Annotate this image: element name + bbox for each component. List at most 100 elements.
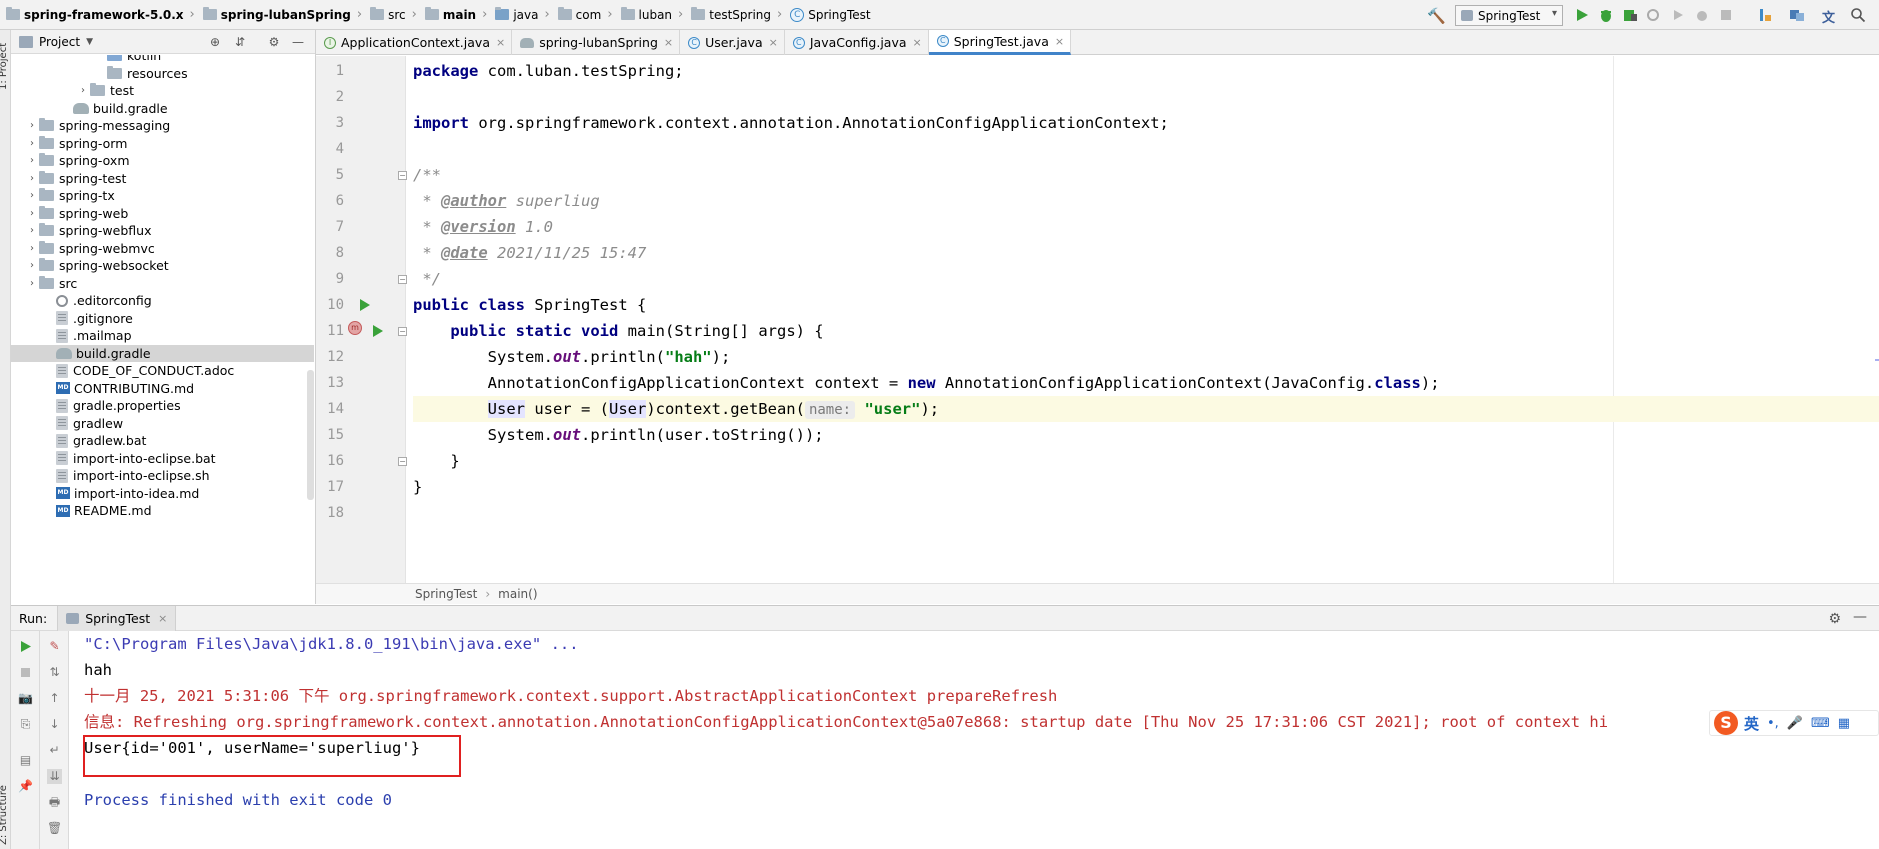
tree-item[interactable]: MD CONTRIBUTING.md [11, 380, 314, 398]
tree-item[interactable]: gradlew [11, 415, 314, 433]
translate-icon[interactable]: 文 [1822, 7, 1838, 26]
camera-icon[interactable]: 📷 [18, 691, 33, 706]
run-tab-springtest[interactable]: SpringTest × [57, 605, 177, 631]
close-icon[interactable]: × [496, 36, 505, 49]
keyboard-icon[interactable]: ⌨ [1811, 716, 1830, 731]
stop-icon[interactable] [18, 665, 33, 680]
tree-item[interactable]: kotlin [11, 55, 314, 65]
breadcrumb-item[interactable]: luban › [617, 0, 688, 30]
tree-item[interactable]: › spring-orm [11, 135, 314, 153]
project-view-selector[interactable]: Project [39, 35, 80, 49]
editor-tab[interactable]: C User.java × [680, 30, 785, 55]
edit-config-icon[interactable]: ✎ [47, 639, 62, 654]
chevron-right-icon[interactable]: › [25, 278, 39, 289]
breadcrumb-item[interactable]: com › [554, 0, 617, 30]
user-type-token[interactable]: User [487, 400, 525, 418]
breadcrumb-item[interactable]: main › [421, 0, 491, 30]
punctuation-toggle-icon[interactable]: •, [1767, 716, 1779, 731]
fold-toggle-icon[interactable]: − [398, 327, 407, 336]
search-everywhere-icon[interactable] [1850, 7, 1866, 23]
tree-item[interactable]: MD import-into-idea.md [11, 485, 314, 503]
arrow-up-icon[interactable]: ↑ [47, 691, 62, 706]
tree-item[interactable]: .gitignore [11, 310, 314, 328]
fold-toggle-icon[interactable]: − [398, 171, 407, 180]
run-class-gutter-icon[interactable] [360, 299, 370, 311]
trash-icon[interactable]: 🗑 [47, 821, 62, 836]
code-editor[interactable]: 1 2 3 4 5 6 7 8 9 10 11 12 13 14 15 16 17 18 m − − − − package… [316, 56, 1879, 583]
tree-item[interactable]: import-into-eclipse.sh [11, 467, 314, 485]
coverage-icon[interactable] [1622, 7, 1638, 23]
tree-item[interactable]: › spring-oxm [11, 152, 314, 170]
tree-item[interactable]: › spring-web [11, 205, 314, 223]
collapse-all-icon[interactable]: ⇵ [233, 35, 247, 49]
tree-item[interactable]: resources [11, 65, 314, 83]
toolbox-grid-icon[interactable]: ▦ [1838, 716, 1850, 731]
tree-item[interactable]: gradlew.bat [11, 432, 314, 450]
project-tree-scrollbar[interactable] [307, 370, 314, 500]
structure-tool-button[interactable]: Z: Structure [0, 785, 9, 845]
chevron-right-icon[interactable]: › [25, 155, 39, 166]
tree-item[interactable]: .mailmap [11, 327, 314, 345]
chevron-right-icon[interactable]: › [25, 138, 39, 149]
tree-item[interactable]: build.gradle [11, 100, 314, 118]
breadcrumb-item[interactable]: spring-framework-5.0.x › [2, 0, 199, 30]
project-structure-icon[interactable] [1789, 7, 1805, 23]
close-icon[interactable]: × [913, 36, 922, 49]
layout-icon[interactable]: ▤ [18, 753, 33, 768]
tree-item[interactable]: › spring-websocket [11, 257, 314, 275]
close-icon[interactable]: × [1055, 35, 1064, 48]
method-marker-icon[interactable]: m [348, 321, 362, 335]
breadcrumb-method[interactable]: main() [498, 587, 537, 601]
fold-toggle-icon[interactable]: − [398, 275, 407, 284]
tree-item[interactable]: MD README.md [11, 502, 314, 520]
ime-language-toggle[interactable]: 英 [1744, 713, 1759, 734]
tree-item[interactable]: gradle.properties [11, 397, 314, 415]
tree-item[interactable]: › src [11, 275, 314, 293]
editor-tab[interactable]: C JavaConfig.java × [785, 30, 929, 55]
sogou-logo-icon[interactable]: S [1714, 711, 1738, 735]
run-main-gutter-icon[interactable] [373, 325, 383, 337]
tree-item[interactable]: CODE_OF_CONDUCT.adoc [11, 362, 314, 380]
tree-item[interactable]: .editorconfig [11, 292, 314, 310]
chevron-right-icon[interactable]: › [25, 260, 39, 271]
soft-wrap-icon[interactable]: ↵ [47, 743, 62, 758]
breadcrumb-item[interactable]: src › [366, 0, 421, 30]
tree-item[interactable]: import-into-eclipse.bat [11, 450, 314, 468]
restore-layout-icon[interactable]: ⎘ [18, 717, 33, 732]
close-icon[interactable]: × [769, 36, 778, 49]
close-icon[interactable]: × [158, 612, 167, 625]
stop-icon[interactable] [1718, 7, 1734, 23]
breadcrumb-item[interactable]: testSpring › [687, 0, 786, 30]
chevron-right-icon[interactable]: › [76, 85, 90, 96]
chevron-right-icon[interactable]: › [25, 208, 39, 219]
pin-icon[interactable]: 📌 [18, 779, 33, 794]
editor-tab[interactable]: spring-lubanSpring × [512, 30, 681, 55]
tree-item[interactable]: › spring-webmvc [11, 240, 314, 258]
microphone-icon[interactable]: 🎤 [1787, 716, 1803, 731]
attach-debugger-icon[interactable] [1694, 7, 1710, 23]
error-stripe-mark[interactable] [1875, 359, 1879, 361]
scroll-to-end-icon[interactable]: ⇊ [47, 769, 62, 784]
tree-item[interactable]: › spring-messaging [11, 117, 314, 135]
breadcrumb-class[interactable]: SpringTest [415, 587, 477, 601]
tree-item[interactable]: › spring-tx [11, 187, 314, 205]
run-dashboard-icon[interactable] [1670, 7, 1686, 23]
build-hammer-icon[interactable]: 🔨 [1427, 7, 1446, 25]
code-area[interactable]: package com.luban.testSpring; import org… [413, 56, 1879, 583]
editor-tab[interactable]: C SpringTest.java × [928, 30, 1072, 55]
gear-icon[interactable]: ⚙ [1828, 611, 1841, 627]
debug-icon[interactable] [1598, 7, 1614, 23]
tree-item[interactable]: build.gradle [11, 344, 314, 362]
chevron-right-icon[interactable]: › [25, 243, 39, 254]
vcs-update-icon[interactable] [1757, 7, 1773, 23]
tree-item[interactable]: › spring-test [11, 170, 314, 188]
editor-tab[interactable]: I ApplicationContext.java × [316, 30, 513, 55]
print-icon[interactable]: 🖶 [47, 795, 62, 810]
run-configuration-select[interactable]: SpringTest ▾ [1455, 5, 1563, 26]
chevron-right-icon[interactable]: › [25, 225, 39, 236]
chevron-right-icon[interactable]: › [25, 173, 39, 184]
chevron-right-icon[interactable]: › [25, 190, 39, 201]
hide-panel-icon[interactable]: — [291, 35, 305, 49]
profiler-icon[interactable] [1646, 7, 1662, 23]
project-tool-button[interactable]: 1: Project [0, 43, 9, 90]
